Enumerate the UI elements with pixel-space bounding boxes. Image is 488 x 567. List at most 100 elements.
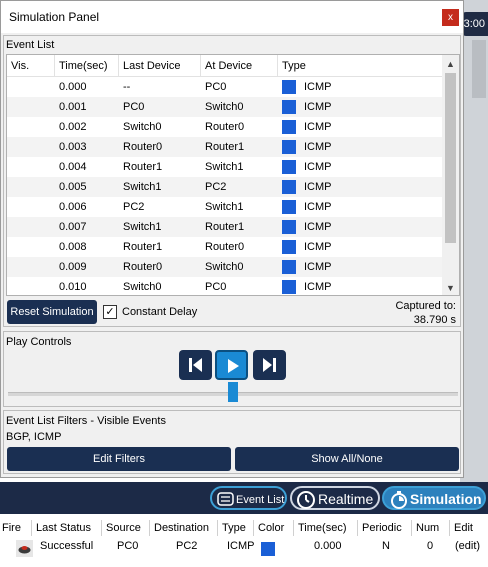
event-at-device: Switch1 (205, 201, 244, 213)
event-color-swatch[interactable] (282, 80, 296, 94)
fire-pdu-icon[interactable] (16, 540, 33, 557)
event-last-device: Router1 (123, 241, 163, 253)
background-scrollbar-thumb[interactable] (472, 40, 486, 98)
event-list-tab[interactable]: Event List (210, 486, 287, 510)
event-list-label: Event List (6, 39, 55, 51)
realtime-tab[interactable]: Realtime (290, 486, 380, 510)
pdu-last-status: Successful (40, 540, 94, 552)
event-row[interactable]: 0.005 Switch1 PC2 ICMP (7, 177, 443, 197)
event-time: 0.000 (59, 81, 87, 93)
checkmark-icon: ✓ (105, 306, 115, 318)
event-at-device: Router1 (205, 221, 245, 233)
pdu-col-edit: Edit (454, 522, 473, 534)
event-row[interactable]: 0.003 Router0 Router1 ICMP (7, 137, 443, 157)
event-row[interactable]: 0.007 Switch1 Router1 ICMP (7, 217, 443, 237)
event-row[interactable]: 0.000 -- PC0 ICMP (7, 77, 443, 97)
event-color-swatch[interactable] (282, 120, 296, 134)
event-color-swatch[interactable] (282, 280, 296, 294)
event-time: 0.009 (59, 261, 87, 273)
pdu-edit-link[interactable]: (edit) (455, 540, 480, 552)
scrollbar-thumb[interactable] (445, 73, 456, 243)
event-type: ICMP (304, 261, 332, 273)
event-row[interactable]: 0.006 PC2 Switch1 ICMP (7, 197, 443, 217)
event-color-swatch[interactable] (282, 200, 296, 214)
show-all-none-button[interactable]: Show All/None (235, 447, 459, 471)
back-icon (189, 358, 202, 372)
realtime-tab-label: Realtime (318, 491, 374, 507)
event-row[interactable]: 0.004 Router1 Switch1 ICMP (7, 157, 443, 177)
play-button[interactable] (215, 350, 248, 380)
event-color-swatch[interactable] (282, 140, 296, 154)
event-type: ICMP (304, 281, 332, 293)
edit-filters-button[interactable]: Edit Filters (7, 447, 231, 471)
event-list-scrollbar[interactable]: ▲ ▼ (442, 55, 459, 295)
captured-to-label: Captured to: (395, 300, 456, 312)
event-row[interactable]: 0.001 PC0 Switch0 ICMP (7, 97, 443, 117)
event-time: 0.003 (59, 141, 87, 153)
mode-bar: Event List Realtime Simulation (0, 482, 488, 514)
event-type: ICMP (304, 81, 332, 93)
background-clock: 3:00 (462, 12, 488, 36)
event-at-device: Router1 (205, 141, 245, 153)
col-header-time[interactable]: Time(sec) (55, 55, 119, 77)
pdu-source: PC0 (117, 540, 139, 552)
event-type: ICMP (304, 121, 332, 133)
filters-value: BGP, ICMP (6, 431, 62, 443)
playback-slider-thumb[interactable] (228, 382, 238, 402)
event-color-swatch[interactable] (282, 240, 296, 254)
scroll-up-icon[interactable]: ▲ (446, 59, 455, 69)
forward-icon (263, 358, 276, 372)
simulation-panel: Simulation Panel x Event List Vis. Time(… (0, 0, 464, 478)
pdu-table: Fire Last Status Source Destination Type… (0, 516, 488, 567)
forward-button[interactable] (253, 350, 286, 380)
event-list-section: Event List Vis. Time(sec) Last Device At… (3, 35, 461, 327)
event-color-swatch[interactable] (282, 100, 296, 114)
clock-icon (297, 491, 315, 509)
back-button[interactable] (179, 350, 212, 380)
event-row[interactable]: 0.009 Router0 Switch0 ICMP (7, 257, 443, 277)
reset-simulation-button[interactable]: Reset Simulation (7, 300, 97, 324)
event-last-device: Switch0 (123, 281, 162, 293)
col-header-at-device[interactable]: At Device (201, 55, 278, 77)
stopwatch-icon (391, 491, 407, 509)
event-last-device: Switch1 (123, 221, 162, 233)
event-color-swatch[interactable] (282, 260, 296, 274)
panel-titlebar[interactable]: Simulation Panel x (1, 1, 463, 33)
event-time: 0.001 (59, 101, 87, 113)
event-color-swatch[interactable] (282, 220, 296, 234)
filters-label: Event List Filters - Visible Events (6, 415, 166, 427)
event-row[interactable]: 0.008 Router1 Router0 ICMP (7, 237, 443, 257)
event-at-device: Router0 (205, 241, 245, 253)
constant-delay-checkbox[interactable]: ✓ (103, 305, 117, 319)
event-at-device: Router0 (205, 121, 245, 133)
col-header-type[interactable]: Type (278, 55, 443, 77)
event-at-device: PC0 (205, 81, 227, 93)
event-at-device: PC2 (205, 181, 227, 193)
scroll-down-icon[interactable]: ▼ (446, 283, 455, 293)
event-filters-section: Event List Filters - Visible Events BGP,… (3, 410, 461, 474)
event-time: 0.010 (59, 281, 87, 293)
pdu-col-fire: Fire (0, 520, 32, 536)
simulation-tab[interactable]: Simulation (382, 486, 486, 510)
event-type: ICMP (304, 201, 332, 213)
event-list-table[interactable]: Vis. Time(sec) Last Device At Device Typ… (6, 54, 460, 296)
simulation-tab-label: Simulation (410, 491, 482, 507)
panel-title: Simulation Panel (9, 10, 100, 24)
pdu-periodic: N (382, 540, 390, 552)
event-color-swatch[interactable] (282, 180, 296, 194)
event-time: 0.007 (59, 221, 87, 233)
event-row[interactable]: 0.010 Switch0 PC0 ICMP (7, 277, 443, 295)
pdu-col-destination: Destination (152, 520, 218, 536)
event-list-icon (217, 492, 234, 506)
pdu-col-num: Num (414, 520, 450, 536)
col-header-last-device[interactable]: Last Device (119, 55, 201, 77)
event-color-swatch[interactable] (282, 160, 296, 174)
pdu-type: ICMP (227, 540, 255, 552)
pdu-destination: PC2 (176, 540, 198, 552)
event-row[interactable]: 0.002 Switch0 Router0 ICMP (7, 117, 443, 137)
close-button[interactable]: x (442, 9, 459, 26)
event-last-device: Router0 (123, 261, 163, 273)
event-last-device: Router1 (123, 161, 163, 173)
col-header-vis[interactable]: Vis. (7, 55, 55, 77)
event-last-device: PC2 (123, 201, 145, 213)
